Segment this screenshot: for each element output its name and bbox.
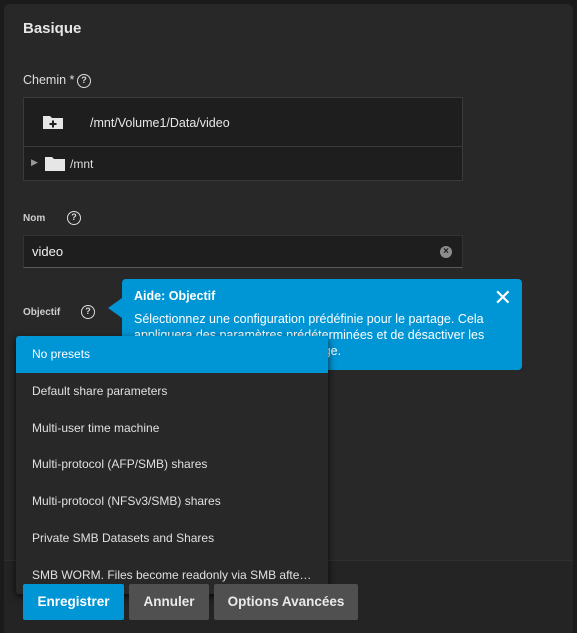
clear-icon[interactable]: ×: [440, 246, 452, 258]
purpose-help-icon[interactable]: ?: [81, 305, 95, 319]
dropdown-option[interactable]: Multi-user time machine: [16, 410, 328, 447]
dropdown-option[interactable]: Multi-protocol (NFSv3/SMB) shares: [16, 483, 328, 520]
tree-node-label: /mnt: [70, 157, 94, 171]
folder-icon: [45, 157, 65, 171]
name-help-icon[interactable]: ?: [67, 211, 81, 225]
close-icon[interactable]: ✕: [494, 287, 512, 309]
path-help-icon[interactable]: ?: [77, 74, 91, 88]
path-label: Chemin *: [23, 73, 75, 87]
tooltip-caret: [108, 298, 122, 318]
explorer-header: /mnt/Volume1/Data/video: [24, 98, 462, 147]
expand-arrow-icon[interactable]: ▶: [31, 157, 38, 168]
name-label: Nom: [23, 213, 46, 224]
dropdown-option[interactable]: Multi-protocol (AFP/SMB) shares: [16, 446, 328, 483]
dropdown-option-no-presets[interactable]: No presets: [16, 336, 328, 373]
dropdown-option[interactable]: Default share parameters: [16, 373, 328, 410]
name-input[interactable]: video ×: [23, 235, 463, 268]
path-value[interactable]: /mnt/Volume1/Data/video: [90, 116, 230, 130]
tree-node-mnt[interactable]: ▶ /mnt: [24, 148, 462, 181]
advanced-options-button[interactable]: Options Avancées: [214, 584, 358, 620]
purpose-dropdown[interactable]: No presets Default share parameters Mult…: [16, 336, 328, 594]
name-value: video: [32, 244, 64, 259]
file-explorer: /mnt/Volume1/Data/video ▶ /mnt: [23, 97, 463, 181]
purpose-label: Objectif: [23, 307, 61, 318]
dropdown-option[interactable]: Private SMB Datasets and Shares: [16, 520, 328, 557]
cancel-button[interactable]: Annuler: [129, 584, 209, 620]
save-button[interactable]: Enregistrer: [23, 584, 124, 620]
tooltip-title: Aide: Objectif: [134, 289, 216, 303]
section-title: Basique: [23, 20, 82, 37]
create-folder-icon[interactable]: [42, 114, 64, 130]
